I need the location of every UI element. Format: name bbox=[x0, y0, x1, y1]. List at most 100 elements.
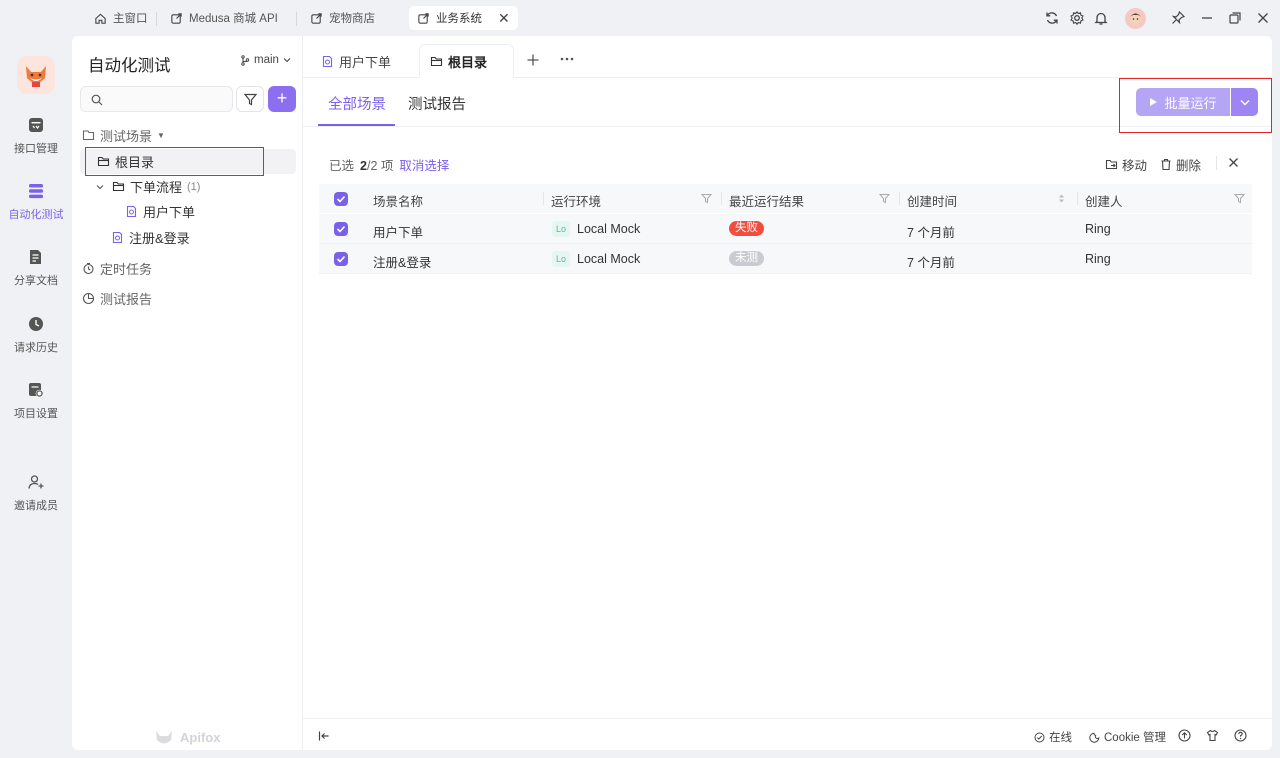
nav-project-settings[interactable]: 项目设置 bbox=[0, 381, 72, 421]
search-input[interactable] bbox=[80, 86, 233, 112]
window-tab-business[interactable]: 业务系统 ✕ bbox=[409, 6, 518, 30]
app-logo bbox=[17, 56, 55, 94]
window-tab-medusa[interactable]: Medusa 商城 API bbox=[162, 6, 286, 30]
nav-label: 邀请成员 bbox=[14, 500, 58, 512]
env-tag: Lo bbox=[552, 251, 570, 267]
filter-icon[interactable] bbox=[701, 193, 712, 204]
status-badge-fail: 失败 bbox=[729, 221, 764, 236]
restore-icon[interactable] bbox=[1227, 10, 1243, 26]
move-button[interactable]: 移动 bbox=[1105, 155, 1147, 174]
cell-scenario-name[interactable]: 用户下单 bbox=[373, 222, 423, 241]
chevron-down-icon bbox=[96, 184, 104, 189]
tree-item-register-login[interactable]: 注册&登录 bbox=[111, 225, 190, 250]
folder-icon bbox=[430, 56, 443, 66]
tree-title: 自动化测试 bbox=[88, 57, 171, 75]
table-row[interactable]: 注册&登录 Lo Local Mock 未测 7 个月前 Ring bbox=[319, 244, 1252, 274]
automation-icon bbox=[29, 184, 43, 199]
status-bar: 在线 Cookie 管理 bbox=[303, 718, 1272, 750]
add-button[interactable]: + bbox=[268, 86, 296, 112]
filter-icon bbox=[244, 93, 257, 106]
cookie-icon bbox=[1089, 732, 1100, 743]
invite-member-icon bbox=[28, 475, 44, 489]
window-tab-home[interactable]: 主窗口 bbox=[86, 6, 156, 30]
batch-run-dropdown[interactable] bbox=[1231, 88, 1258, 116]
tree-item-root[interactable]: 根目录 bbox=[80, 149, 296, 174]
tree-item-user-order[interactable]: 用户下单 bbox=[125, 199, 195, 224]
nav-label: 项目设置 bbox=[14, 408, 58, 420]
online-status[interactable]: 在线 bbox=[1034, 729, 1072, 745]
main-panel: 用户下单 根目录 全部场景 测试报告 批量运行 已选 2/2 项 取消选择 移动… bbox=[303, 36, 1272, 750]
external-doc-icon bbox=[171, 12, 182, 24]
doc-tab-root[interactable]: 根目录 bbox=[419, 44, 514, 78]
env-tag: Lo bbox=[552, 221, 570, 237]
nav-request-history[interactable]: 请求历史 bbox=[0, 315, 72, 355]
selection-bar: 已选 2/2 项 取消选择 bbox=[329, 155, 449, 174]
bell-icon[interactable] bbox=[1093, 10, 1109, 26]
upload-icon[interactable] bbox=[1178, 729, 1191, 742]
filter-icon[interactable] bbox=[879, 193, 890, 204]
pin-icon[interactable] bbox=[1170, 10, 1186, 26]
more-icon[interactable] bbox=[560, 57, 574, 61]
move-label: 移动 bbox=[1122, 159, 1148, 173]
tree-section-scenarios[interactable]: 测试场景 ▼ bbox=[82, 123, 165, 148]
branch-icon bbox=[241, 54, 250, 66]
window-tab-label: 宠物商店 bbox=[329, 13, 375, 25]
project-settings-icon bbox=[29, 383, 44, 398]
tab-all-scenarios[interactable]: 全部场景 bbox=[328, 93, 386, 114]
cookie-manager-button[interactable]: Cookie 管理 bbox=[1089, 729, 1166, 745]
nav-api-management[interactable]: 接口管理 bbox=[0, 116, 72, 156]
doc-tab-label: 用户下单 bbox=[339, 54, 392, 70]
delete-button[interactable]: 删除 bbox=[1160, 155, 1201, 174]
tree-section-scheduled[interactable]: 定时任务 bbox=[82, 256, 152, 281]
refresh-icon[interactable] bbox=[1044, 10, 1060, 26]
cancel-selection-link[interactable]: 取消选择 bbox=[399, 155, 449, 174]
sort-icon[interactable] bbox=[1056, 193, 1067, 204]
row-checkbox[interactable] bbox=[334, 222, 348, 236]
collapse-sidebar-icon[interactable] bbox=[318, 730, 330, 742]
move-folder-icon bbox=[1105, 159, 1118, 170]
help-icon[interactable] bbox=[1234, 729, 1247, 742]
row-checkbox[interactable] bbox=[334, 252, 348, 266]
batch-run-button[interactable]: 批量运行 bbox=[1136, 88, 1230, 116]
selection-suffix: /2 项 bbox=[366, 159, 394, 173]
filter-button[interactable] bbox=[236, 86, 264, 112]
timer-icon bbox=[83, 262, 94, 275]
tree-folder-order-flow[interactable]: 下单流程 (1) bbox=[96, 174, 200, 199]
gear-icon[interactable] bbox=[1069, 10, 1085, 26]
left-nav: 接口管理 自动化测试 分享文档 请求历史 项目设置 邀请成员 bbox=[0, 36, 72, 758]
doc-tab-user-order[interactable]: 用户下单 bbox=[311, 44, 401, 78]
document-tabs: 用户下单 根目录 bbox=[303, 36, 1272, 78]
branch-selector[interactable]: main bbox=[240, 54, 291, 66]
table-row[interactable]: 用户下单 Lo Local Mock 失败 7 个月前 Ring bbox=[319, 214, 1252, 244]
cell-scenario-name[interactable]: 注册&登录 bbox=[373, 252, 431, 271]
nav-invite-member[interactable]: 邀请成员 bbox=[0, 473, 72, 513]
nav-share-doc[interactable]: 分享文档 bbox=[0, 248, 72, 288]
close-selection-icon[interactable] bbox=[1228, 157, 1239, 168]
nav-automation[interactable]: 自动化测试 bbox=[0, 182, 72, 222]
scenario-subtabs: 全部场景 测试报告 bbox=[303, 78, 1272, 127]
avatar[interactable] bbox=[1125, 8, 1146, 29]
header-creator: 创建人 bbox=[1085, 195, 1123, 209]
cell-env: Local Mock bbox=[577, 252, 641, 266]
shirt-icon[interactable] bbox=[1206, 729, 1219, 742]
select-all-checkbox[interactable] bbox=[334, 192, 348, 206]
caret-down-icon: ▼ bbox=[157, 131, 165, 140]
nav-label: 接口管理 bbox=[14, 143, 58, 155]
nav-label: 自动化测试 bbox=[8, 209, 64, 221]
minimize-icon[interactable] bbox=[1199, 10, 1215, 26]
tree-item-label: 根目录 bbox=[115, 155, 155, 170]
brand-text: Apifox bbox=[180, 729, 221, 745]
nav-label: 请求历史 bbox=[14, 342, 58, 354]
window-tab-petstore[interactable]: 宠物商店 bbox=[302, 6, 383, 30]
filter-icon[interactable] bbox=[1234, 193, 1245, 204]
add-tab-icon[interactable] bbox=[526, 53, 540, 67]
window-tab-label: 主窗口 bbox=[113, 13, 148, 25]
tree-section-reports[interactable]: 测试报告 bbox=[82, 286, 152, 311]
tab-test-report[interactable]: 测试报告 bbox=[408, 93, 466, 114]
close-window-icon[interactable] bbox=[1255, 10, 1271, 26]
close-icon[interactable]: ✕ bbox=[498, 10, 510, 27]
table-header: 场景名称 运行环境 最近运行结果 创建时间 创建人 bbox=[319, 184, 1252, 213]
external-doc-icon bbox=[311, 12, 322, 24]
api-icon bbox=[29, 118, 43, 132]
search-icon bbox=[91, 94, 103, 106]
